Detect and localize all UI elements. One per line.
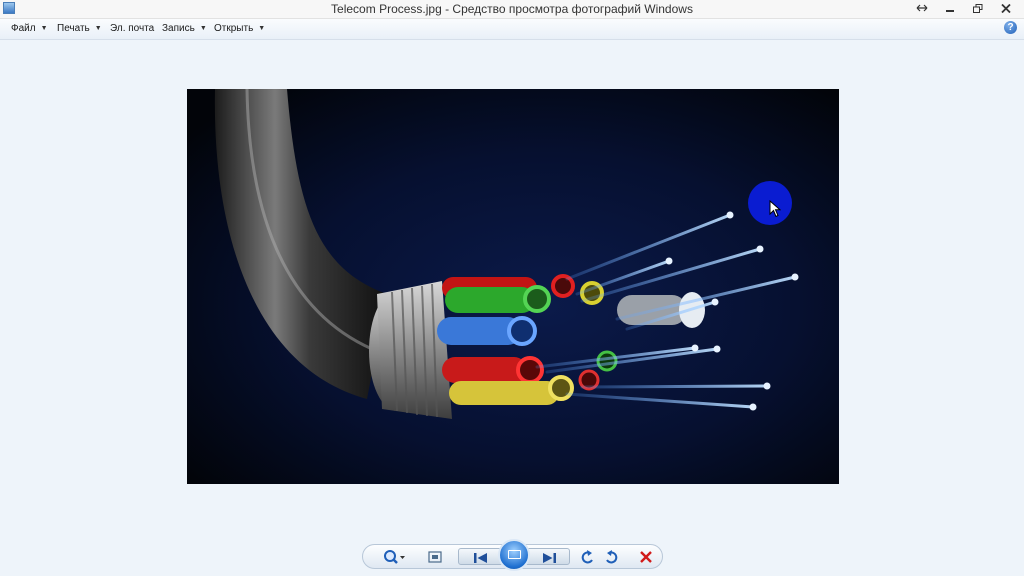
title-bar: Telecom Process.jpg - Средство просмотра… — [0, 0, 1024, 19]
menu-open-label: Открыть — [214, 23, 254, 34]
menu-print-label: Печать — [57, 23, 90, 34]
next-icon[interactable] — [541, 551, 557, 569]
help-icon[interactable]: ? — [1004, 21, 1017, 34]
menu-print[interactable]: Печать ▼ — [57, 23, 102, 37]
dropdown-arrow-icon: ▼ — [40, 25, 48, 32]
rotate-ccw-icon[interactable] — [581, 549, 595, 566]
previous-icon[interactable] — [473, 551, 489, 569]
resize-icon[interactable] — [912, 1, 932, 16]
mouse-cursor-icon — [769, 200, 781, 218]
minimize-icon[interactable] — [940, 1, 960, 16]
dropdown-arrow-icon: ▼ — [199, 25, 207, 32]
fiber-optic-cable-image — [187, 89, 839, 484]
dropdown-arrow-icon: ▼ — [258, 25, 266, 32]
window-title: Telecom Process.jpg - Средство просмотра… — [331, 2, 693, 16]
close-icon[interactable] — [996, 1, 1016, 16]
menu-email-label: Эл. почта — [110, 23, 155, 34]
menu-file-label: Файл — [11, 23, 36, 34]
viewer-controls — [362, 539, 663, 571]
menu-email[interactable]: Эл. почта — [110, 23, 154, 37]
menu-file[interactable]: Файл ▼ — [11, 23, 48, 37]
slideshow-button[interactable] — [498, 539, 530, 571]
displayed-photo — [187, 89, 839, 484]
delete-icon[interactable] — [639, 549, 653, 566]
armor-layer — [369, 281, 452, 419]
menu-burn[interactable]: Запись ▼ — [162, 23, 207, 37]
actual-size-icon[interactable] — [428, 549, 442, 566]
menu-bar: Файл ▼ Печать ▼ Эл. почта Запись ▼ Открыть ▼… — [0, 19, 1024, 40]
dropdown-arrow-icon: ▼ — [94, 25, 102, 32]
rotate-cw-icon[interactable] — [604, 549, 618, 566]
slideshow-icon — [508, 550, 521, 559]
zoom-icon[interactable] — [383, 549, 405, 566]
menu-open[interactable]: Открыть ▼ — [214, 23, 265, 37]
menu-burn-label: Запись — [162, 23, 195, 34]
maximize-icon[interactable] — [968, 1, 988, 16]
